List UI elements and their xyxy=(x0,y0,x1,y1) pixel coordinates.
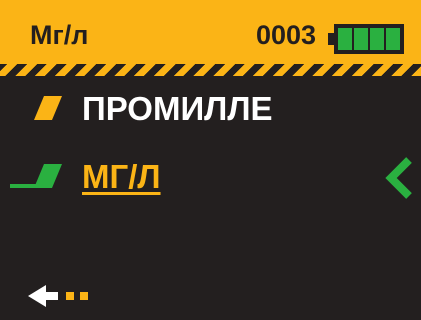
header-bar: Мг/л 0003 xyxy=(0,0,421,64)
device-screen: Мг/л 0003 ПРОМИЛЛЕ МГ/Л xyxy=(0,0,421,320)
slanted-parallelogram-icon xyxy=(34,96,62,120)
page-title: Мг/л xyxy=(30,20,89,50)
menu-item-mg-l[interactable]: МГ/Л xyxy=(0,156,421,200)
battery-icon xyxy=(334,24,404,54)
menu-item-label: ПРОМИЛЛЕ xyxy=(82,90,273,127)
battery-cell xyxy=(354,28,368,50)
counter-display: 0003 xyxy=(256,20,317,50)
battery-cell xyxy=(386,28,400,50)
battery-cell xyxy=(338,28,352,50)
chevron-left-icon xyxy=(385,157,412,199)
back-arrow-icon[interactable] xyxy=(28,284,96,308)
hazard-stripe-divider xyxy=(0,64,421,76)
battery-cell xyxy=(370,28,384,50)
slanted-parallelogram-icon xyxy=(34,164,62,188)
menu-item-label: МГ/Л xyxy=(82,158,161,195)
menu-item-promille[interactable]: ПРОМИЛЛЕ xyxy=(0,88,421,132)
